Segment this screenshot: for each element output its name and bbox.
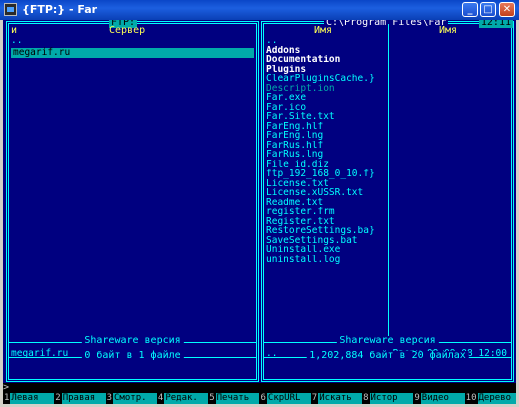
left-panel[interactable]: FTP: и Сервер .. megarif.ru Shareware ве…	[6, 20, 259, 382]
right-summary: 1,202,884 байт в 20 файлах	[306, 351, 469, 361]
list-item[interactable]: Addons	[266, 46, 386, 56]
right-column-header-name-1[interactable]: Имя	[314, 26, 332, 36]
summary-divider: 1,202,884 байт в 20 файлах	[264, 351, 511, 361]
fkey-label: Истор	[369, 393, 414, 404]
fkey-label: Видео	[420, 393, 465, 404]
maximize-button[interactable]: □	[480, 2, 496, 17]
clock: 12:11	[478, 20, 513, 28]
fkey-number: 9	[413, 393, 421, 404]
close-button[interactable]: ✕	[499, 2, 515, 17]
fkey-3-button[interactable]: 3 Смотр.	[105, 393, 157, 404]
fkey-label: Дерево	[477, 393, 516, 404]
list-item[interactable]: Plugins	[266, 65, 386, 75]
summary-divider: 0 байт в 1 файле	[9, 351, 256, 361]
command-prompt: >	[3, 382, 10, 393]
fkey-9-button[interactable]: 9 Видео	[413, 393, 465, 404]
fkey-number: 3	[105, 393, 114, 404]
fkey-5-button[interactable]: 5 Печать	[208, 393, 260, 404]
right-column-header-name-2[interactable]: Имя	[439, 26, 457, 36]
fkey-10-button[interactable]: 10 Дерево	[464, 393, 516, 404]
list-item[interactable]: ClearPluginsCache.}	[266, 74, 386, 84]
list-item[interactable]: License.xUSSR.txt	[266, 188, 386, 198]
fkey-label: Правая	[61, 393, 106, 404]
left-shareware-label: Shareware версия	[81, 336, 184, 346]
fkey-7-button[interactable]: 7 Искать	[310, 393, 363, 404]
fkey-2-button[interactable]: 2 Правая	[54, 393, 106, 404]
list-item[interactable]: FarRus.lng	[266, 150, 386, 160]
list-item[interactable]: FarRus.hlf	[266, 141, 386, 151]
list-item[interactable]: ftp_192_168_0_10.f}	[266, 169, 386, 179]
fkey-label: СкрURL	[266, 393, 311, 404]
fkey-number: 5	[208, 393, 216, 404]
window-title: {FTP:} - Far	[22, 3, 98, 16]
far-app-icon[interactable]	[4, 3, 17, 16]
fkey-1-button[interactable]: 1 Левая	[3, 393, 55, 404]
minimize-button[interactable]: _	[462, 2, 478, 17]
console-area[interactable]: FTP: и Сервер .. megarif.ru Shareware ве…	[3, 20, 516, 404]
fkey-number: 1	[3, 393, 11, 404]
list-item[interactable]: Far.Site.txt	[266, 112, 386, 122]
right-shareware-label: Shareware версия	[336, 336, 439, 346]
title-bar: {FTP:} - Far _ □ ✕	[0, 0, 519, 20]
list-item[interactable]: Documentation	[266, 55, 386, 65]
list-item[interactable]: License.txt	[266, 179, 386, 189]
list-item[interactable]: ..	[266, 36, 386, 46]
fkey-number: 2	[54, 393, 62, 404]
fkey-label: Левая	[10, 393, 55, 404]
list-item[interactable]: FarEng.hlf	[266, 122, 386, 132]
list-item[interactable]: Far.ico	[266, 103, 386, 113]
list-item[interactable]: RestoreSettings.ba}	[266, 226, 386, 236]
list-item[interactable]: Register.txt	[266, 217, 386, 227]
list-item[interactable]: ..	[11, 36, 131, 46]
fkey-8-button[interactable]: 8 Истор	[362, 393, 414, 404]
fkey-label: Печать	[215, 393, 260, 404]
list-item[interactable]: SaveSettings.bat	[266, 236, 386, 246]
fkey-label: Смотр.	[113, 393, 157, 404]
list-item[interactable]: FarEng.lng	[266, 131, 386, 141]
fkey-number: 4	[156, 393, 165, 404]
fkey-label: Искать	[318, 393, 363, 404]
list-item[interactable]: File_id.diz	[266, 160, 386, 170]
list-item[interactable]: Far.exe	[266, 93, 386, 103]
command-line[interactable]: >	[3, 383, 516, 393]
list-item[interactable]: register.frm	[266, 207, 386, 217]
right-file-list: .. Addons Documentation Plugins ClearPlugins…	[266, 36, 386, 264]
right-panel-title: C:\Program Files\Far	[324, 20, 449, 28]
fkey-4-button[interactable]: 4 Редак.	[156, 393, 209, 404]
column-divider	[388, 24, 389, 340]
status-divider: Shareware версия	[9, 336, 256, 346]
left-column-header-server[interactable]: Сервер	[109, 26, 145, 36]
list-item[interactable]: Uninstall.exe	[266, 245, 386, 255]
fkey-number: 8	[362, 393, 370, 404]
fkey-number: 10	[464, 393, 478, 404]
list-item[interactable]: Descript.ion	[266, 84, 386, 94]
list-item[interactable]: uninstall.log	[266, 255, 386, 265]
fkey-number: 7	[310, 393, 319, 404]
selected-file-row[interactable]: megarif.ru	[11, 48, 254, 58]
function-key-bar: 1 Левая 2 Правая 3 Смотр. 4 Редак. 5 Печать 6 СкрUR…	[3, 393, 516, 404]
fkey-label: Редак.	[164, 393, 209, 404]
left-column-header-name[interactable]: и	[11, 26, 17, 36]
right-panel[interactable]: C:\Program Files\Far 12:11 Имя Имя .. Add…	[261, 20, 514, 382]
left-summary: 0 байт в 1 файле	[81, 351, 184, 361]
left-file-list: ..	[11, 36, 131, 46]
fkey-number: 6	[259, 393, 267, 404]
list-item[interactable]: Readme.txt	[266, 198, 386, 208]
status-divider: Shareware версия	[264, 336, 511, 346]
fkey-6-button[interactable]: 6 СкрURL	[259, 393, 311, 404]
